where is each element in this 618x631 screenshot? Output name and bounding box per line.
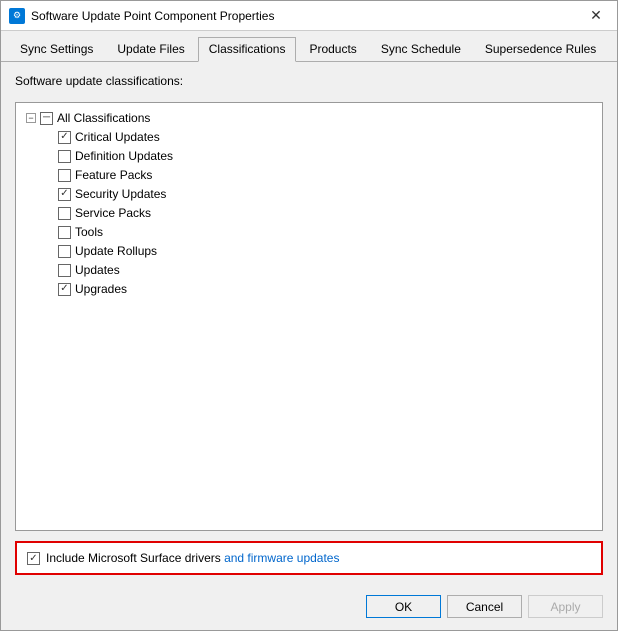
tab-update-files[interactable]: Update Files bbox=[106, 37, 195, 61]
label-feature-packs: Feature Packs bbox=[75, 168, 152, 182]
classifications-tree: − All Classifications Critical Updates D… bbox=[15, 102, 603, 531]
checkbox-service-packs[interactable] bbox=[58, 207, 71, 220]
checkbox-upgrades[interactable] bbox=[58, 283, 71, 296]
tree-item-update-rollups: Update Rollups bbox=[22, 242, 596, 260]
tab-bar: Sync Settings Update Files Classificatio… bbox=[1, 31, 617, 62]
apply-button[interactable]: Apply bbox=[528, 595, 603, 618]
label-critical-updates: Critical Updates bbox=[75, 130, 160, 144]
button-bar: OK Cancel Apply bbox=[1, 587, 617, 630]
checkbox-tools[interactable] bbox=[58, 226, 71, 239]
label-definition-updates: Definition Updates bbox=[75, 149, 173, 163]
checkbox-definition-updates[interactable] bbox=[58, 150, 71, 163]
surface-drivers-container: Include Microsoft Surface drivers and fi… bbox=[15, 541, 603, 575]
checkbox-surface-drivers[interactable] bbox=[27, 552, 40, 565]
label-all-classifications: All Classifications bbox=[57, 111, 150, 125]
main-content: Software update classifications: − All C… bbox=[1, 62, 617, 587]
dialog-window: ⚙ Software Update Point Component Proper… bbox=[0, 0, 618, 631]
tab-languages[interactable]: Languages bbox=[609, 37, 618, 61]
label-updates: Updates bbox=[75, 263, 120, 277]
label-update-rollups: Update Rollups bbox=[75, 244, 157, 258]
surface-drivers-label: Include Microsoft Surface drivers and fi… bbox=[46, 551, 339, 565]
tree-item-definition-updates: Definition Updates bbox=[22, 147, 596, 165]
tree-item-critical-updates: Critical Updates bbox=[22, 128, 596, 146]
checkbox-update-rollups[interactable] bbox=[58, 245, 71, 258]
checkbox-security-updates[interactable] bbox=[58, 188, 71, 201]
tab-sync-schedule[interactable]: Sync Schedule bbox=[370, 37, 472, 61]
window-icon: ⚙ bbox=[9, 8, 25, 24]
checkbox-feature-packs[interactable] bbox=[58, 169, 71, 182]
tree-item-security-updates: Security Updates bbox=[22, 185, 596, 203]
ok-button[interactable]: OK bbox=[366, 595, 441, 618]
tree-item-updates: Updates bbox=[22, 261, 596, 279]
tree-root: − All Classifications Critical Updates D… bbox=[22, 109, 596, 298]
label-tools: Tools bbox=[75, 225, 103, 239]
tab-products[interactable]: Products bbox=[298, 37, 367, 61]
title-bar: ⚙ Software Update Point Component Proper… bbox=[1, 1, 617, 31]
tab-supersedence-rules[interactable]: Supersedence Rules bbox=[474, 37, 607, 61]
tree-item-root: − All Classifications bbox=[22, 109, 596, 127]
label-service-packs: Service Packs bbox=[75, 206, 151, 220]
tree-item-upgrades: Upgrades bbox=[22, 280, 596, 298]
checkbox-critical-updates[interactable] bbox=[58, 131, 71, 144]
tree-item-service-packs: Service Packs bbox=[22, 204, 596, 222]
tab-classifications[interactable]: Classifications bbox=[198, 37, 297, 62]
tree-expander[interactable]: − bbox=[26, 113, 36, 123]
tree-item-feature-packs: Feature Packs bbox=[22, 166, 596, 184]
checkbox-updates[interactable] bbox=[58, 264, 71, 277]
close-button[interactable]: ✕ bbox=[583, 3, 609, 29]
label-upgrades: Upgrades bbox=[75, 282, 127, 296]
label-security-updates: Security Updates bbox=[75, 187, 166, 201]
cancel-button[interactable]: Cancel bbox=[447, 595, 522, 618]
group-label: Software update classifications: bbox=[15, 74, 603, 88]
checkbox-all-classifications[interactable] bbox=[40, 112, 53, 125]
tab-sync-settings[interactable]: Sync Settings bbox=[9, 37, 104, 61]
window-title: Software Update Point Component Properti… bbox=[31, 9, 583, 23]
tree-item-tools: Tools bbox=[22, 223, 596, 241]
